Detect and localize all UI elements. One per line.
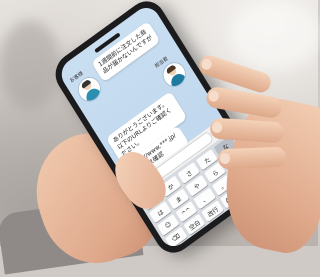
staff-avatar-block: 担当者 [153, 50, 191, 92]
customer-message-bubble: 1週間前に注文した商品が届かないんですが [91, 20, 161, 83]
staff-message-row: 担当者 [153, 50, 191, 92]
right-little-finger [217, 146, 287, 170]
photo-scene: お客様 1週間前に注文した商品が届かないんですが 担当者 ありがとうございます。… [0, 0, 320, 277]
background-light [230, 0, 320, 70]
background-shadow [0, 20, 60, 110]
